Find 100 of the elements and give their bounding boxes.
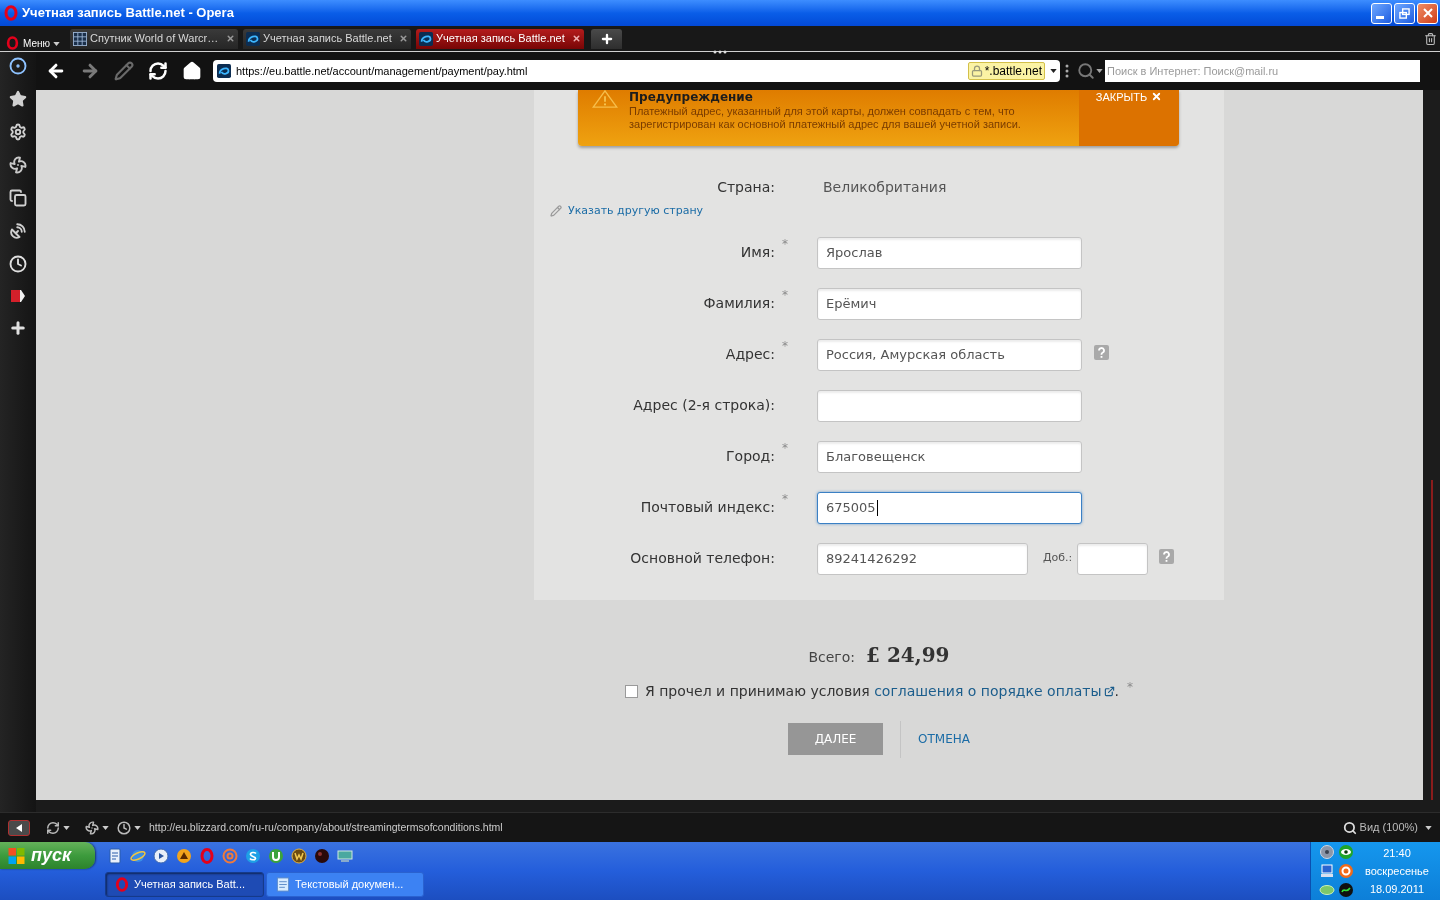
caret-icon[interactable] bbox=[63, 825, 70, 830]
clock-icon[interactable] bbox=[9, 255, 27, 273]
start-button[interactable]: пуск bbox=[0, 842, 95, 869]
new-tab-button[interactable] bbox=[591, 28, 622, 49]
fan-icon[interactable] bbox=[9, 156, 27, 174]
agreement-checkbox[interactable] bbox=[625, 684, 638, 698]
field-label: Имя: bbox=[739, 243, 775, 262]
clock-icon[interactable] bbox=[117, 820, 131, 835]
text-field[interactable]: 675005 bbox=[817, 491, 1082, 524]
triangle-badge-icon[interactable] bbox=[176, 847, 192, 864]
plus-icon[interactable] bbox=[9, 319, 27, 337]
browser-tab[interactable]: Спутник World of Warcr… bbox=[70, 28, 238, 49]
trash-icon[interactable] bbox=[1424, 31, 1437, 46]
monitor-icon[interactable] bbox=[337, 847, 353, 864]
play-icon[interactable] bbox=[153, 847, 169, 864]
security-badge[interactable]: *.battle.net bbox=[967, 62, 1045, 80]
eye-icon[interactable] bbox=[1338, 844, 1354, 860]
address-field[interactable]: https://eu.battle.net/account/management/payment/pay.html *.battle.net bbox=[213, 60, 1060, 82]
satellite-dish-icon[interactable] bbox=[9, 222, 27, 240]
minimize-button[interactable] bbox=[1371, 2, 1392, 24]
caret-icon[interactable] bbox=[1425, 825, 1432, 830]
text-field[interactable]: Ерёмич bbox=[817, 287, 1082, 320]
close-icon[interactable] bbox=[399, 34, 408, 43]
target-icon[interactable] bbox=[9, 57, 27, 75]
notepad-icon bbox=[276, 877, 290, 892]
caret-icon[interactable] bbox=[53, 42, 61, 46]
swirl-favicon-icon bbox=[419, 31, 433, 46]
warning-message: Платежный адрес, указанный для этой карты, должен совпадать с тем, что зарегистрирован как основной платежный адрес для вашей учетной записи. bbox=[629, 105, 1022, 131]
text-field[interactable]: Благовещенск bbox=[817, 440, 1082, 473]
home-icon[interactable] bbox=[182, 61, 202, 81]
text-cursor bbox=[876, 499, 878, 516]
swirl-icon[interactable] bbox=[245, 847, 261, 864]
app-logo-icon bbox=[4, 5, 18, 21]
fan-icon[interactable] bbox=[85, 820, 99, 835]
notepad-icon[interactable] bbox=[107, 847, 123, 864]
scrollbar[interactable] bbox=[1423, 90, 1440, 800]
disc-icon[interactable] bbox=[1319, 844, 1335, 860]
text-field[interactable]: Ярослав bbox=[817, 236, 1082, 269]
overlapping-windows-icon[interactable] bbox=[9, 189, 27, 207]
status-url: http://eu.blizzard.com/ru-ru/company/about/streamingtermsofconditions.html bbox=[149, 819, 503, 835]
squiggle-icon[interactable] bbox=[1338, 882, 1354, 898]
text-field[interactable]: Россия, Амурская область bbox=[817, 338, 1082, 371]
payment-terms-link[interactable]: соглашения о порядке оплаты bbox=[874, 680, 1102, 702]
close-icon[interactable] bbox=[572, 34, 581, 43]
taskbar-button[interactable]: Текстовый докумен... bbox=[266, 872, 424, 897]
menu-button[interactable]: Меню bbox=[0, 26, 68, 51]
star-icon[interactable] bbox=[9, 90, 27, 108]
required-mark: * bbox=[782, 491, 788, 506]
grip-icon[interactable] bbox=[1065, 64, 1069, 78]
external-link-icon[interactable] bbox=[1103, 685, 1115, 697]
browser-tab[interactable]: Учетная запись Battle.net bbox=[243, 28, 411, 49]
emblem-icon[interactable] bbox=[291, 847, 307, 864]
left-triangle-icon bbox=[16, 823, 22, 832]
sync-arrows-icon[interactable] bbox=[46, 820, 60, 835]
caret-icon[interactable] bbox=[102, 825, 109, 830]
required-mark: * bbox=[782, 236, 788, 251]
ring-icon[interactable] bbox=[1338, 863, 1354, 879]
close-icon bbox=[1151, 91, 1163, 102]
scrollbar-thumb[interactable] bbox=[1430, 480, 1433, 800]
caret-icon[interactable] bbox=[134, 825, 141, 830]
field-label: Фамилия: bbox=[702, 294, 775, 313]
ball-icon[interactable] bbox=[314, 847, 330, 864]
swirl-favicon-icon bbox=[246, 31, 260, 46]
pencil-icon[interactable] bbox=[114, 61, 134, 81]
close-icon bbox=[1422, 8, 1433, 18]
globe-icon[interactable] bbox=[130, 847, 146, 864]
window-title: Учетная запись Battle.net - Opera bbox=[22, 4, 234, 23]
agreement-text: Я прочел и принимаю условия соглашения о порядке оплаты . bbox=[645, 680, 1119, 702]
search-icon[interactable] bbox=[1077, 62, 1095, 80]
panel-toggle-button[interactable] bbox=[8, 819, 30, 836]
clock-day: воскресенье bbox=[1365, 862, 1429, 880]
warning-icon bbox=[591, 90, 619, 108]
flag-icon bbox=[8, 847, 25, 864]
text-field[interactable] bbox=[817, 389, 1082, 422]
change-country-link[interactable]: Указать другую страну bbox=[568, 203, 704, 220]
lock-icon bbox=[970, 65, 983, 77]
page-tile-icon[interactable] bbox=[10, 288, 26, 304]
pencil-icon bbox=[550, 205, 562, 218]
close-icon[interactable] bbox=[226, 34, 235, 43]
caret-icon[interactable] bbox=[1050, 69, 1057, 73]
swirl-favicon-icon bbox=[217, 64, 231, 78]
reload-icon[interactable] bbox=[148, 61, 168, 81]
extension-field[interactable] bbox=[1077, 542, 1149, 575]
field-label: Основной телефон: bbox=[629, 549, 775, 568]
required-mark: * bbox=[1126, 680, 1133, 693]
forward-arrow-icon[interactable] bbox=[80, 61, 100, 81]
caret-icon[interactable] bbox=[1096, 69, 1103, 73]
computer-icon[interactable] bbox=[1319, 863, 1335, 879]
required-mark: * bbox=[782, 287, 788, 302]
field-label: Адрес (2-я строка): bbox=[632, 396, 775, 415]
settings-icon[interactable] bbox=[9, 123, 27, 141]
horseshoe-icon[interactable] bbox=[268, 847, 284, 864]
close-button[interactable] bbox=[1417, 2, 1438, 24]
field-label: Город: bbox=[725, 447, 775, 466]
zoom-button[interactable]: Вид (100%) bbox=[1342, 819, 1432, 836]
browser-tab[interactable]: Учетная запись Battle.net bbox=[416, 28, 584, 49]
restore-button[interactable] bbox=[1394, 2, 1415, 24]
text-field[interactable]: 89241426292 bbox=[817, 542, 1028, 575]
cancel-link[interactable]: ОТМЕНА bbox=[918, 730, 970, 748]
taskbar-button[interactable]: Учетная запись Batt... bbox=[105, 872, 264, 897]
